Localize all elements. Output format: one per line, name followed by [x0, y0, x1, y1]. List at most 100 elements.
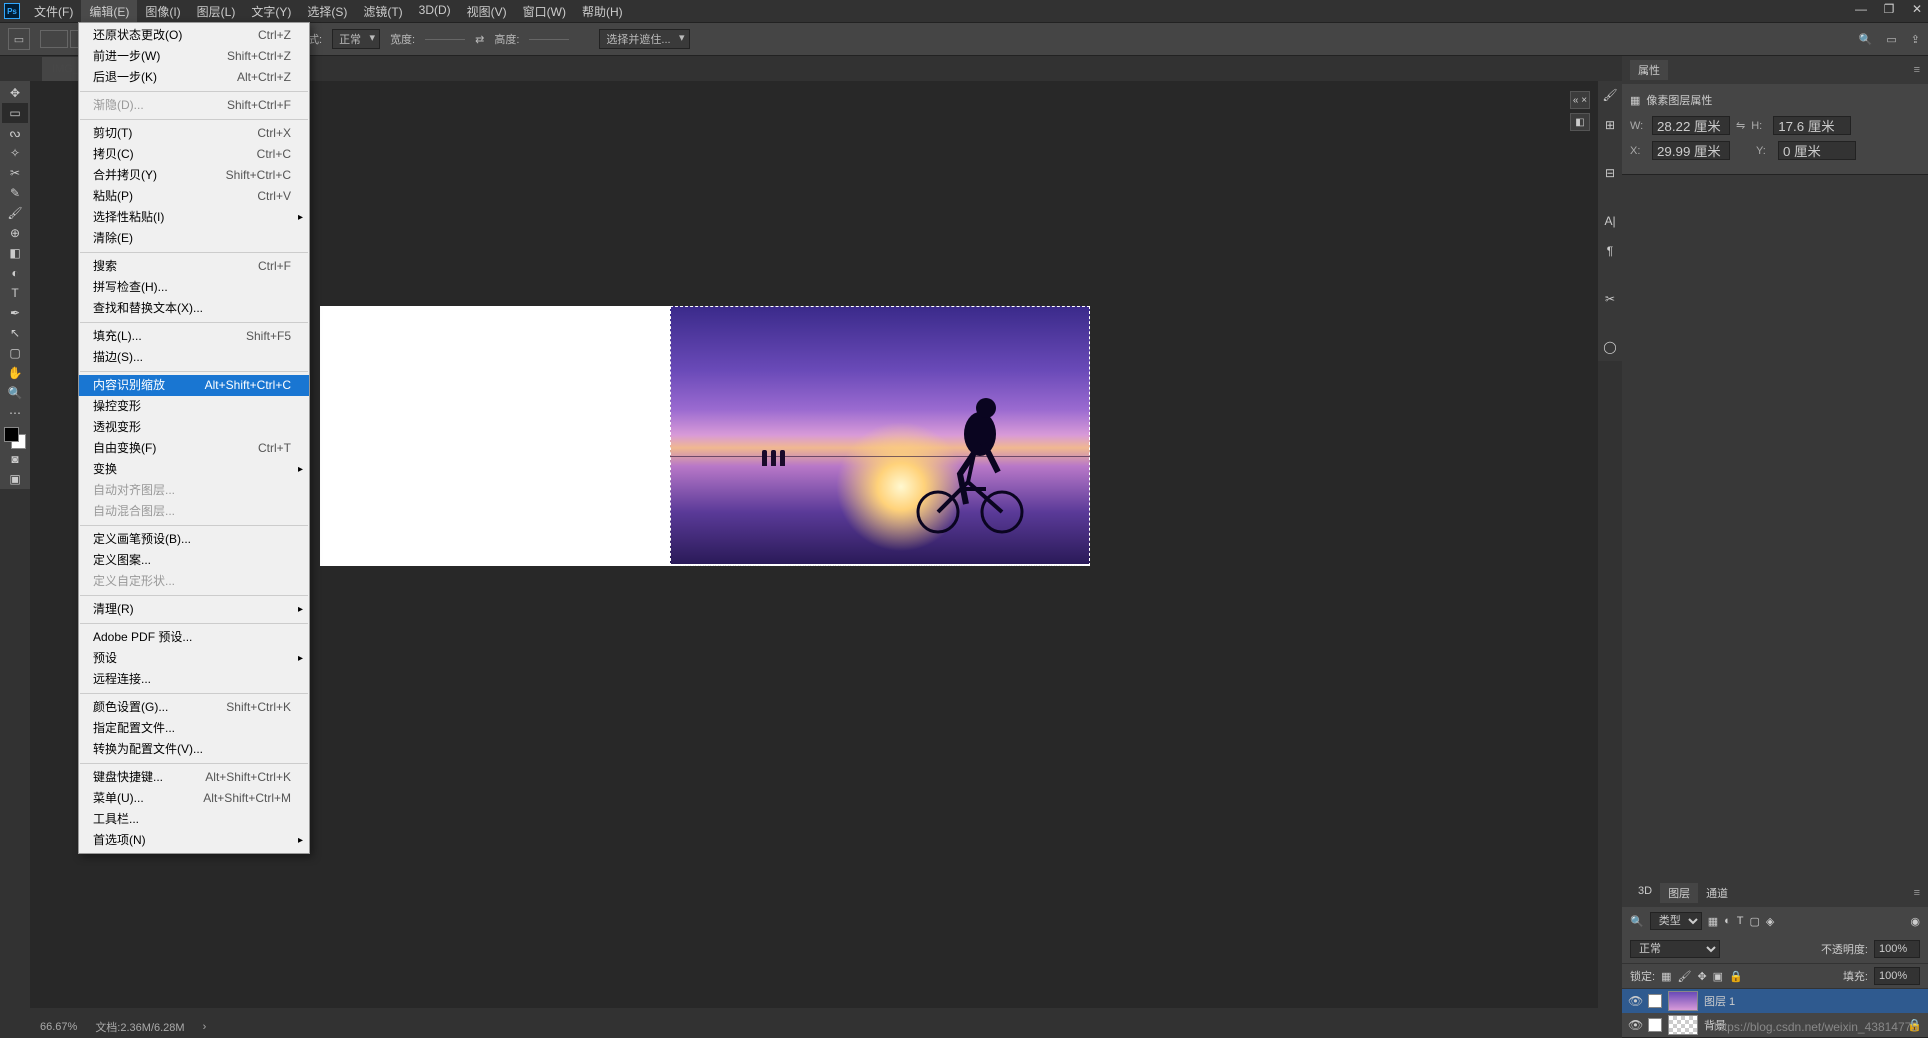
lock-all-icon[interactable]: 🔒: [1729, 970, 1743, 983]
lasso-tool[interactable]: ᔓ: [2, 123, 28, 143]
panel-tab-3D[interactable]: 3D: [1630, 883, 1660, 903]
screenmode-icon[interactable]: ▣: [2, 469, 28, 489]
crop-tool[interactable]: ✂: [2, 163, 28, 183]
h-input[interactable]: [1773, 116, 1851, 135]
edit-menu-item[interactable]: 描边(S)...: [79, 347, 309, 368]
menu-视图[interactable]: 视图(V): [459, 0, 515, 23]
link-wh-icon[interactable]: ⇋: [1736, 119, 1745, 132]
status-arrow-icon[interactable]: ›: [203, 1021, 207, 1033]
eyedropper-tool[interactable]: ✎: [2, 183, 28, 203]
edit-menu-item[interactable]: 定义图案...: [79, 550, 309, 571]
edit-menu-item[interactable]: 菜单(U)...Alt+Shift+Ctrl+M: [79, 788, 309, 809]
path-tool[interactable]: ↖: [2, 323, 28, 343]
tool-preset-icon[interactable]: ▭: [8, 28, 30, 50]
layers-menu-icon[interactable]: ≡: [1914, 887, 1920, 899]
mode-dropdown[interactable]: 正常: [332, 29, 380, 49]
swap-icon[interactable]: ⇄: [475, 33, 484, 46]
lock-pos-icon[interactable]: ✥: [1697, 970, 1706, 983]
menu-图像[interactable]: 图像(I): [137, 0, 188, 23]
menu-3D[interactable]: 3D(D): [411, 0, 459, 23]
edit-menu-item[interactable]: 首选项(N): [79, 830, 309, 851]
marquee-tool[interactable]: ▭: [2, 103, 28, 123]
quickmask-icon[interactable]: ◙: [2, 449, 28, 469]
width-input[interactable]: [425, 39, 465, 40]
lock-artb-icon[interactable]: ▣: [1713, 970, 1723, 983]
filter-icon[interactable]: 🔍: [1630, 915, 1644, 928]
menu-窗口[interactable]: 窗口(W): [515, 0, 574, 23]
stamp-tool[interactable]: ⊕: [2, 223, 28, 243]
close-button[interactable]: ✕: [1910, 2, 1924, 16]
clone-panel-icon[interactable]: ⊞: [1600, 115, 1620, 135]
filter-toggle-icon[interactable]: ◉: [1910, 915, 1920, 928]
height-input[interactable]: [529, 39, 569, 40]
panel-tab-通道[interactable]: 通道: [1698, 883, 1736, 903]
adjust-panel-icon[interactable]: ✂: [1600, 289, 1620, 309]
opacity-input[interactable]: [1874, 940, 1920, 958]
edit-menu-item[interactable]: 内容识别缩放Alt+Shift+Ctrl+C: [79, 375, 309, 396]
menu-帮助[interactable]: 帮助(H): [574, 0, 631, 23]
cc-panel-icon[interactable]: ◯: [1600, 337, 1620, 357]
fill-input[interactable]: [1874, 967, 1920, 985]
edit-menu-item[interactable]: Adobe PDF 预设...: [79, 627, 309, 648]
workspace-icon[interactable]: ▭: [1886, 33, 1896, 46]
wand-tool[interactable]: ✧: [2, 143, 28, 163]
edit-menu-item[interactable]: 预设: [79, 648, 309, 669]
edit-menu-item[interactable]: 远程连接...: [79, 669, 309, 690]
edit-menu-item[interactable]: 键盘快捷键...Alt+Shift+Ctrl+K: [79, 767, 309, 788]
zoom-tool[interactable]: 🔍: [2, 383, 28, 403]
eraser-tool[interactable]: ◧: [2, 243, 28, 263]
y-input[interactable]: [1778, 141, 1856, 160]
edit-menu-item[interactable]: 清理(R): [79, 599, 309, 620]
edit-menu-item[interactable]: 查找和替换文本(X)...: [79, 298, 309, 319]
visibility-icon[interactable]: 👁: [1628, 1018, 1642, 1032]
lock-trans-icon[interactable]: ▦: [1661, 970, 1671, 983]
brush-tool[interactable]: 🖌: [2, 203, 28, 223]
filter-shape-icon[interactable]: ▢: [1750, 915, 1760, 928]
char-panel-icon[interactable]: A|: [1600, 211, 1620, 231]
brush-panel-icon[interactable]: 🖌: [1600, 85, 1620, 105]
edit-menu-item[interactable]: 剪切(T)Ctrl+X: [79, 123, 309, 144]
panel-menu-icon[interactable]: ≡: [1914, 64, 1920, 76]
minimize-button[interactable]: —: [1854, 2, 1868, 16]
edit-menu-item[interactable]: 粘贴(P)Ctrl+V: [79, 186, 309, 207]
menu-图层[interactable]: 图层(L): [189, 0, 244, 23]
edit-menu-item[interactable]: 自由变换(F)Ctrl+T: [79, 438, 309, 459]
pen-tool[interactable]: ✒: [2, 303, 28, 323]
share-icon[interactable]: ⇪: [1911, 33, 1920, 46]
menu-编辑[interactable]: 编辑(E): [81, 0, 137, 23]
canvas-close-icon[interactable]: « ×: [1570, 91, 1590, 109]
filter-type-icon[interactable]: T: [1737, 915, 1744, 927]
layer-thumb[interactable]: [1668, 991, 1698, 1011]
edit-menu-item[interactable]: 选择性粘贴(I): [79, 207, 309, 228]
layer-thumb[interactable]: [1668, 1015, 1698, 1035]
edit-menu-item[interactable]: 透视变形: [79, 417, 309, 438]
edit-menu-item[interactable]: 还原状态更改(O)Ctrl+Z: [79, 25, 309, 46]
edit-menu-item[interactable]: 指定配置文件...: [79, 718, 309, 739]
edit-menu-item[interactable]: 填充(L)...Shift+F5: [79, 326, 309, 347]
edit-menu-item[interactable]: 变换: [79, 459, 309, 480]
menu-滤镜[interactable]: 滤镜(T): [355, 0, 410, 23]
menu-文字[interactable]: 文字(Y): [243, 0, 299, 23]
edit-menu-item[interactable]: 合并拷贝(Y)Shift+Ctrl+C: [79, 165, 309, 186]
zoom-level[interactable]: 66.67%: [40, 1021, 77, 1033]
doc-size[interactable]: 文档:2.36M/6.28M: [95, 1019, 184, 1035]
swatches-panel-icon[interactable]: ⊟: [1600, 163, 1620, 183]
shape-tool[interactable]: ▢: [2, 343, 28, 363]
menu-选择[interactable]: 选择(S): [299, 0, 355, 23]
edit-menu-item[interactable]: 操控变形: [79, 396, 309, 417]
filter-adjust-icon[interactable]: ◐: [1724, 915, 1731, 927]
select-mask-button[interactable]: 选择并遮住...: [599, 29, 689, 49]
canvas-panel-icon[interactable]: ◧: [1570, 113, 1590, 131]
visibility-icon[interactable]: 👁: [1628, 994, 1642, 1008]
edit-menu-item[interactable]: 颜色设置(G)...Shift+Ctrl+K: [79, 697, 309, 718]
edit-menu-item[interactable]: 前进一步(W)Shift+Ctrl+Z: [79, 46, 309, 67]
edit-menu-item[interactable]: 后退一步(K)Alt+Ctrl+Z: [79, 67, 309, 88]
color-swatch[interactable]: [4, 427, 26, 449]
type-tool[interactable]: T: [2, 283, 28, 303]
w-input[interactable]: [1652, 116, 1730, 135]
x-input[interactable]: [1652, 141, 1730, 160]
filter-pixel-icon[interactable]: ▦: [1708, 915, 1718, 928]
hand-tool[interactable]: ✋: [2, 363, 28, 383]
blend-mode-dropdown[interactable]: 正常: [1630, 940, 1720, 958]
filter-smart-icon[interactable]: ◈: [1766, 915, 1774, 928]
